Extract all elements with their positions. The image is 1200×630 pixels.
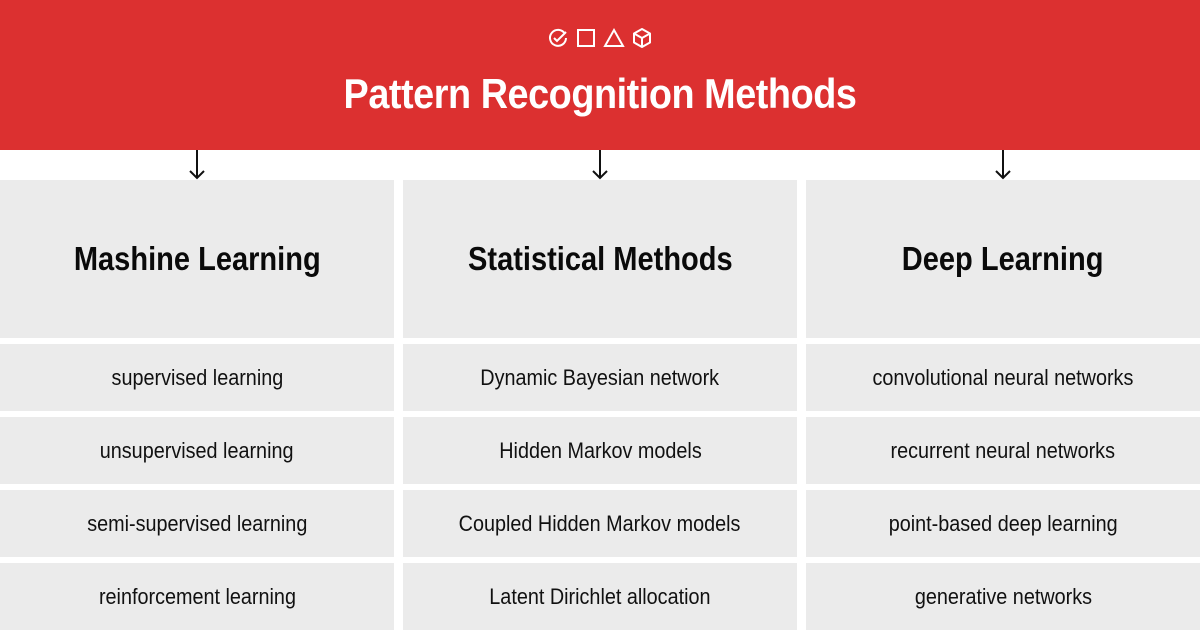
list-item: point-based deep learning: [806, 490, 1200, 557]
list-item: convolutional neural networks: [806, 344, 1200, 411]
list-item: reinforcement learning: [0, 563, 394, 630]
icon-group: [0, 27, 1200, 51]
column-heading-text: Mashine Learning: [73, 240, 321, 277]
list-item-text: generative networks: [914, 583, 1092, 609]
column-deep-learning: Deep Learning convolutional neural netwo…: [806, 180, 1200, 630]
column-machine-learning: Mashine Learning supervised learning uns…: [0, 180, 394, 630]
list-item-text: reinforcement learning: [98, 583, 296, 609]
column-heading: Statistical Methods: [403, 180, 797, 338]
column-heading-text: Statistical Methods: [467, 240, 733, 277]
list-item-text: Latent Dirichlet allocation: [489, 583, 711, 609]
arrow-down-icon: [592, 150, 608, 180]
column-statistical-methods: Statistical Methods Dynamic Bayesian net…: [403, 180, 797, 630]
column-heading: Deep Learning: [806, 180, 1200, 338]
list-item-text: semi-supervised learning: [86, 510, 308, 536]
list-item: Latent Dirichlet allocation: [403, 563, 797, 630]
column-heading-text: Deep Learning: [902, 240, 1104, 277]
list-item: unsupervised learning: [0, 417, 394, 484]
square-icon: [575, 27, 597, 49]
arrow-down-icon: [189, 150, 205, 180]
check-circle-icon: [547, 27, 569, 49]
list-item: supervised learning: [0, 344, 394, 411]
list-item: semi-supervised learning: [0, 490, 394, 557]
list-item-text: unsupervised learning: [100, 437, 294, 463]
column-heading: Mashine Learning: [0, 180, 394, 338]
list-item-text: convolutional neural networks: [872, 364, 1134, 390]
list-item: Hidden Markov models: [403, 417, 797, 484]
page-title: Pattern Recognition Methods: [343, 70, 857, 117]
list-item-text: Coupled Hidden Markov models: [459, 510, 741, 536]
triangle-icon: [603, 27, 625, 49]
list-item: Coupled Hidden Markov models: [403, 490, 797, 557]
list-item-text: recurrent neural networks: [890, 437, 1116, 463]
cube-icon: [631, 27, 653, 49]
list-item-text: point-based deep learning: [888, 510, 1118, 536]
list-item: generative networks: [806, 563, 1200, 630]
list-item: recurrent neural networks: [806, 417, 1200, 484]
header-banner: Pattern Recognition Methods: [0, 0, 1200, 150]
list-item-text: Dynamic Bayesian network: [480, 364, 720, 390]
arrow-down-icon: [995, 150, 1011, 180]
list-item: Dynamic Bayesian network: [403, 344, 797, 411]
list-item-text: supervised learning: [111, 364, 283, 390]
list-item-text: Hidden Markov models: [498, 437, 702, 463]
